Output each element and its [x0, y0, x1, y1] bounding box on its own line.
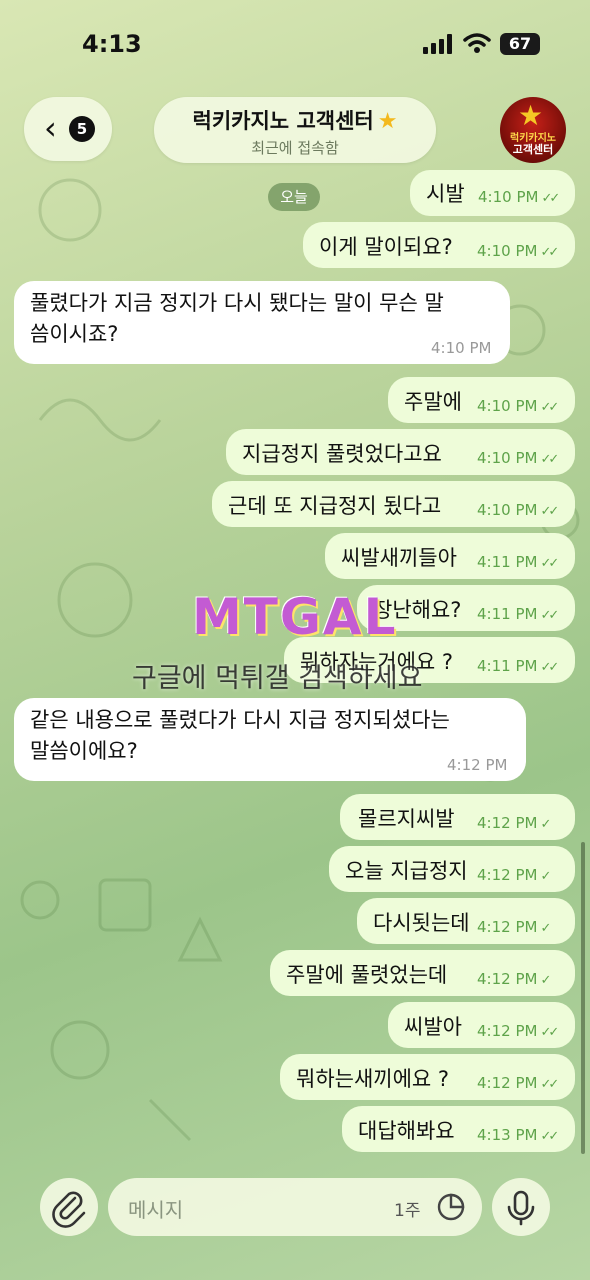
- message-text: 씨발아: [404, 1015, 462, 1039]
- message-time: 4:10 PM: [477, 397, 538, 415]
- date-separator: 오늘: [268, 183, 320, 211]
- message-text: 주말에: [404, 390, 462, 414]
- message-text: 대답해봐요: [358, 1119, 455, 1143]
- back-button[interactable]: ‹ 5: [24, 97, 112, 161]
- watermark-caption: 구글에 먹튀갤 검색하세요: [132, 663, 423, 694]
- chevron-left-icon: ‹: [44, 109, 57, 147]
- message-outgoing[interactable]: 지급정지 풀렷었다고요 4:10 PM ✓✓: [226, 429, 575, 475]
- message-text: 주말에 풀렷었는데: [286, 963, 448, 987]
- message-text: 시발: [426, 182, 465, 206]
- message-input[interactable]: 메시지 1주: [108, 1178, 482, 1236]
- check-icon: ✓: [540, 973, 551, 988]
- message-time: 4:10 PM: [477, 501, 538, 519]
- battery-level: 67: [508, 34, 532, 53]
- check-icon: ✓: [540, 921, 551, 936]
- message-text: 지급정지 풀렷었다고요: [242, 442, 442, 466]
- message-text: 오늘 지급정지: [345, 859, 468, 883]
- message-text-line: 씀이시죠?: [30, 322, 119, 346]
- status-bar: 4:13 67: [0, 0, 590, 90]
- message-time: 4:10 PM: [477, 242, 538, 260]
- status-time: 4:13: [82, 30, 142, 58]
- chat-title: 럭키카지노 고객센터: [192, 109, 374, 133]
- message-text: 근데 또 지급정지 됬다고: [228, 494, 442, 518]
- message-incoming[interactable]: 같은 내용으로 풀렸다가 다시 지급 정지되셨다는 말씀이에요? 4:12 PM: [14, 698, 526, 781]
- attach-button[interactable]: [40, 1178, 98, 1236]
- message-time: 4:12 PM: [477, 970, 538, 988]
- message-time: 4:10 PM: [478, 188, 539, 206]
- voice-record-button[interactable]: [492, 1178, 550, 1236]
- watermark-logo: MTGAL: [192, 588, 398, 646]
- double-check-icon: ✓✓: [540, 608, 559, 623]
- double-check-icon: ✓✓: [540, 1077, 559, 1092]
- message-time: 4:10 PM: [477, 449, 538, 467]
- message-time: 4:12 PM: [477, 866, 538, 884]
- message-outgoing[interactable]: 씨발아 4:12 PM ✓✓: [388, 1002, 575, 1048]
- last-seen-status: 최근에 접속함: [251, 139, 339, 157]
- message-text: 뭐하는새끼에요 ?: [296, 1067, 450, 1091]
- star-icon: ★: [518, 99, 544, 132]
- double-check-icon: ✓✓: [540, 1129, 559, 1144]
- message-time: 4:12 PM: [477, 1074, 538, 1092]
- message-text-line: 풀렸다가 지금 정지가 다시 됐다는 말이 무슨 말: [30, 291, 444, 315]
- message-time: 4:11 PM: [477, 553, 538, 571]
- message-text: 이게 말이되요?: [319, 235, 453, 259]
- message-text-line: 같은 내용으로 풀렸다가 다시 지급 정지되셨다는: [30, 708, 450, 732]
- message-time: 4:12 PM: [447, 756, 508, 774]
- message-outgoing[interactable]: 다시됫는데 4:12 PM ✓: [357, 898, 575, 944]
- message-outgoing[interactable]: 이게 말이되요? 4:10 PM ✓✓: [303, 222, 575, 268]
- unread-count-badge: 5: [69, 116, 95, 142]
- double-check-icon: ✓✓: [540, 452, 559, 467]
- message-outgoing[interactable]: 오늘 지급정지 4:12 PM ✓: [329, 846, 575, 892]
- message-time: 4:12 PM: [477, 814, 538, 832]
- message-outgoing[interactable]: 대답해봐요 4:13 PM ✓✓: [342, 1106, 575, 1152]
- message-outgoing[interactable]: 주말에 4:10 PM ✓✓: [388, 377, 575, 423]
- message-placeholder: 메시지: [128, 1198, 184, 1222]
- message-text: 몰르지씨발: [358, 807, 455, 831]
- message-text: 다시됫는데: [373, 911, 470, 935]
- chat-title-pill[interactable]: 럭키카지노 고객센터 ★ 최근에 접속함: [154, 97, 436, 163]
- avatar[interactable]: ★ 럭키카지노 고객센터: [500, 97, 566, 163]
- double-check-icon: ✓✓: [540, 400, 559, 415]
- double-check-icon: ✓✓: [540, 556, 559, 571]
- message-outgoing[interactable]: 시발 4:10 PM ✓✓: [410, 170, 575, 216]
- avatar-text-bottom: 고객센터: [512, 143, 554, 156]
- message-text: 씨발새끼들아: [341, 546, 457, 570]
- paperclip-icon: [52, 1191, 86, 1228]
- double-check-icon: ✓✓: [540, 660, 559, 675]
- message-incoming[interactable]: 풀렸다가 지금 정지가 다시 됐다는 말이 무슨 말 씀이시죠? 4:10 PM: [14, 281, 510, 364]
- message-time: 4:12 PM: [477, 918, 538, 936]
- check-icon: ✓: [540, 869, 551, 884]
- star-emoji-icon: ★: [377, 109, 398, 134]
- microphone-icon: [507, 1190, 535, 1226]
- message-outgoing[interactable]: 주말에 풀렷었는데 4:12 PM ✓: [270, 950, 575, 996]
- double-check-icon: ✓✓: [541, 191, 560, 206]
- message-outgoing[interactable]: 근데 또 지급정지 됬다고 4:10 PM ✓✓: [212, 481, 575, 527]
- double-check-icon: ✓✓: [540, 504, 559, 519]
- check-icon: ✓: [540, 817, 551, 832]
- cellular-signal-icon: [423, 34, 452, 54]
- message-time: 4:13 PM: [477, 1126, 538, 1144]
- message-outgoing[interactable]: 씨발새끼들아 4:11 PM ✓✓: [325, 533, 575, 579]
- double-check-icon: ✓✓: [540, 1025, 559, 1040]
- message-time: 4:11 PM: [477, 605, 538, 623]
- message-time: 4:12 PM: [477, 1022, 538, 1040]
- double-check-icon: ✓✓: [540, 245, 559, 260]
- message-outgoing[interactable]: 뭐하는새끼에요 ? 4:12 PM ✓✓: [280, 1054, 575, 1100]
- message-outgoing[interactable]: 몰르지씨발 4:12 PM ✓: [340, 794, 575, 840]
- scrollbar[interactable]: [581, 842, 585, 1154]
- message-time: 4:11 PM: [477, 657, 538, 675]
- wifi-icon: [463, 33, 491, 53]
- message-time: 4:10 PM: [431, 339, 492, 357]
- timer-clock-icon[interactable]: [436, 1192, 466, 1222]
- battery-icon: 67: [500, 33, 540, 55]
- auto-delete-timer-label[interactable]: 1주: [394, 1196, 420, 1221]
